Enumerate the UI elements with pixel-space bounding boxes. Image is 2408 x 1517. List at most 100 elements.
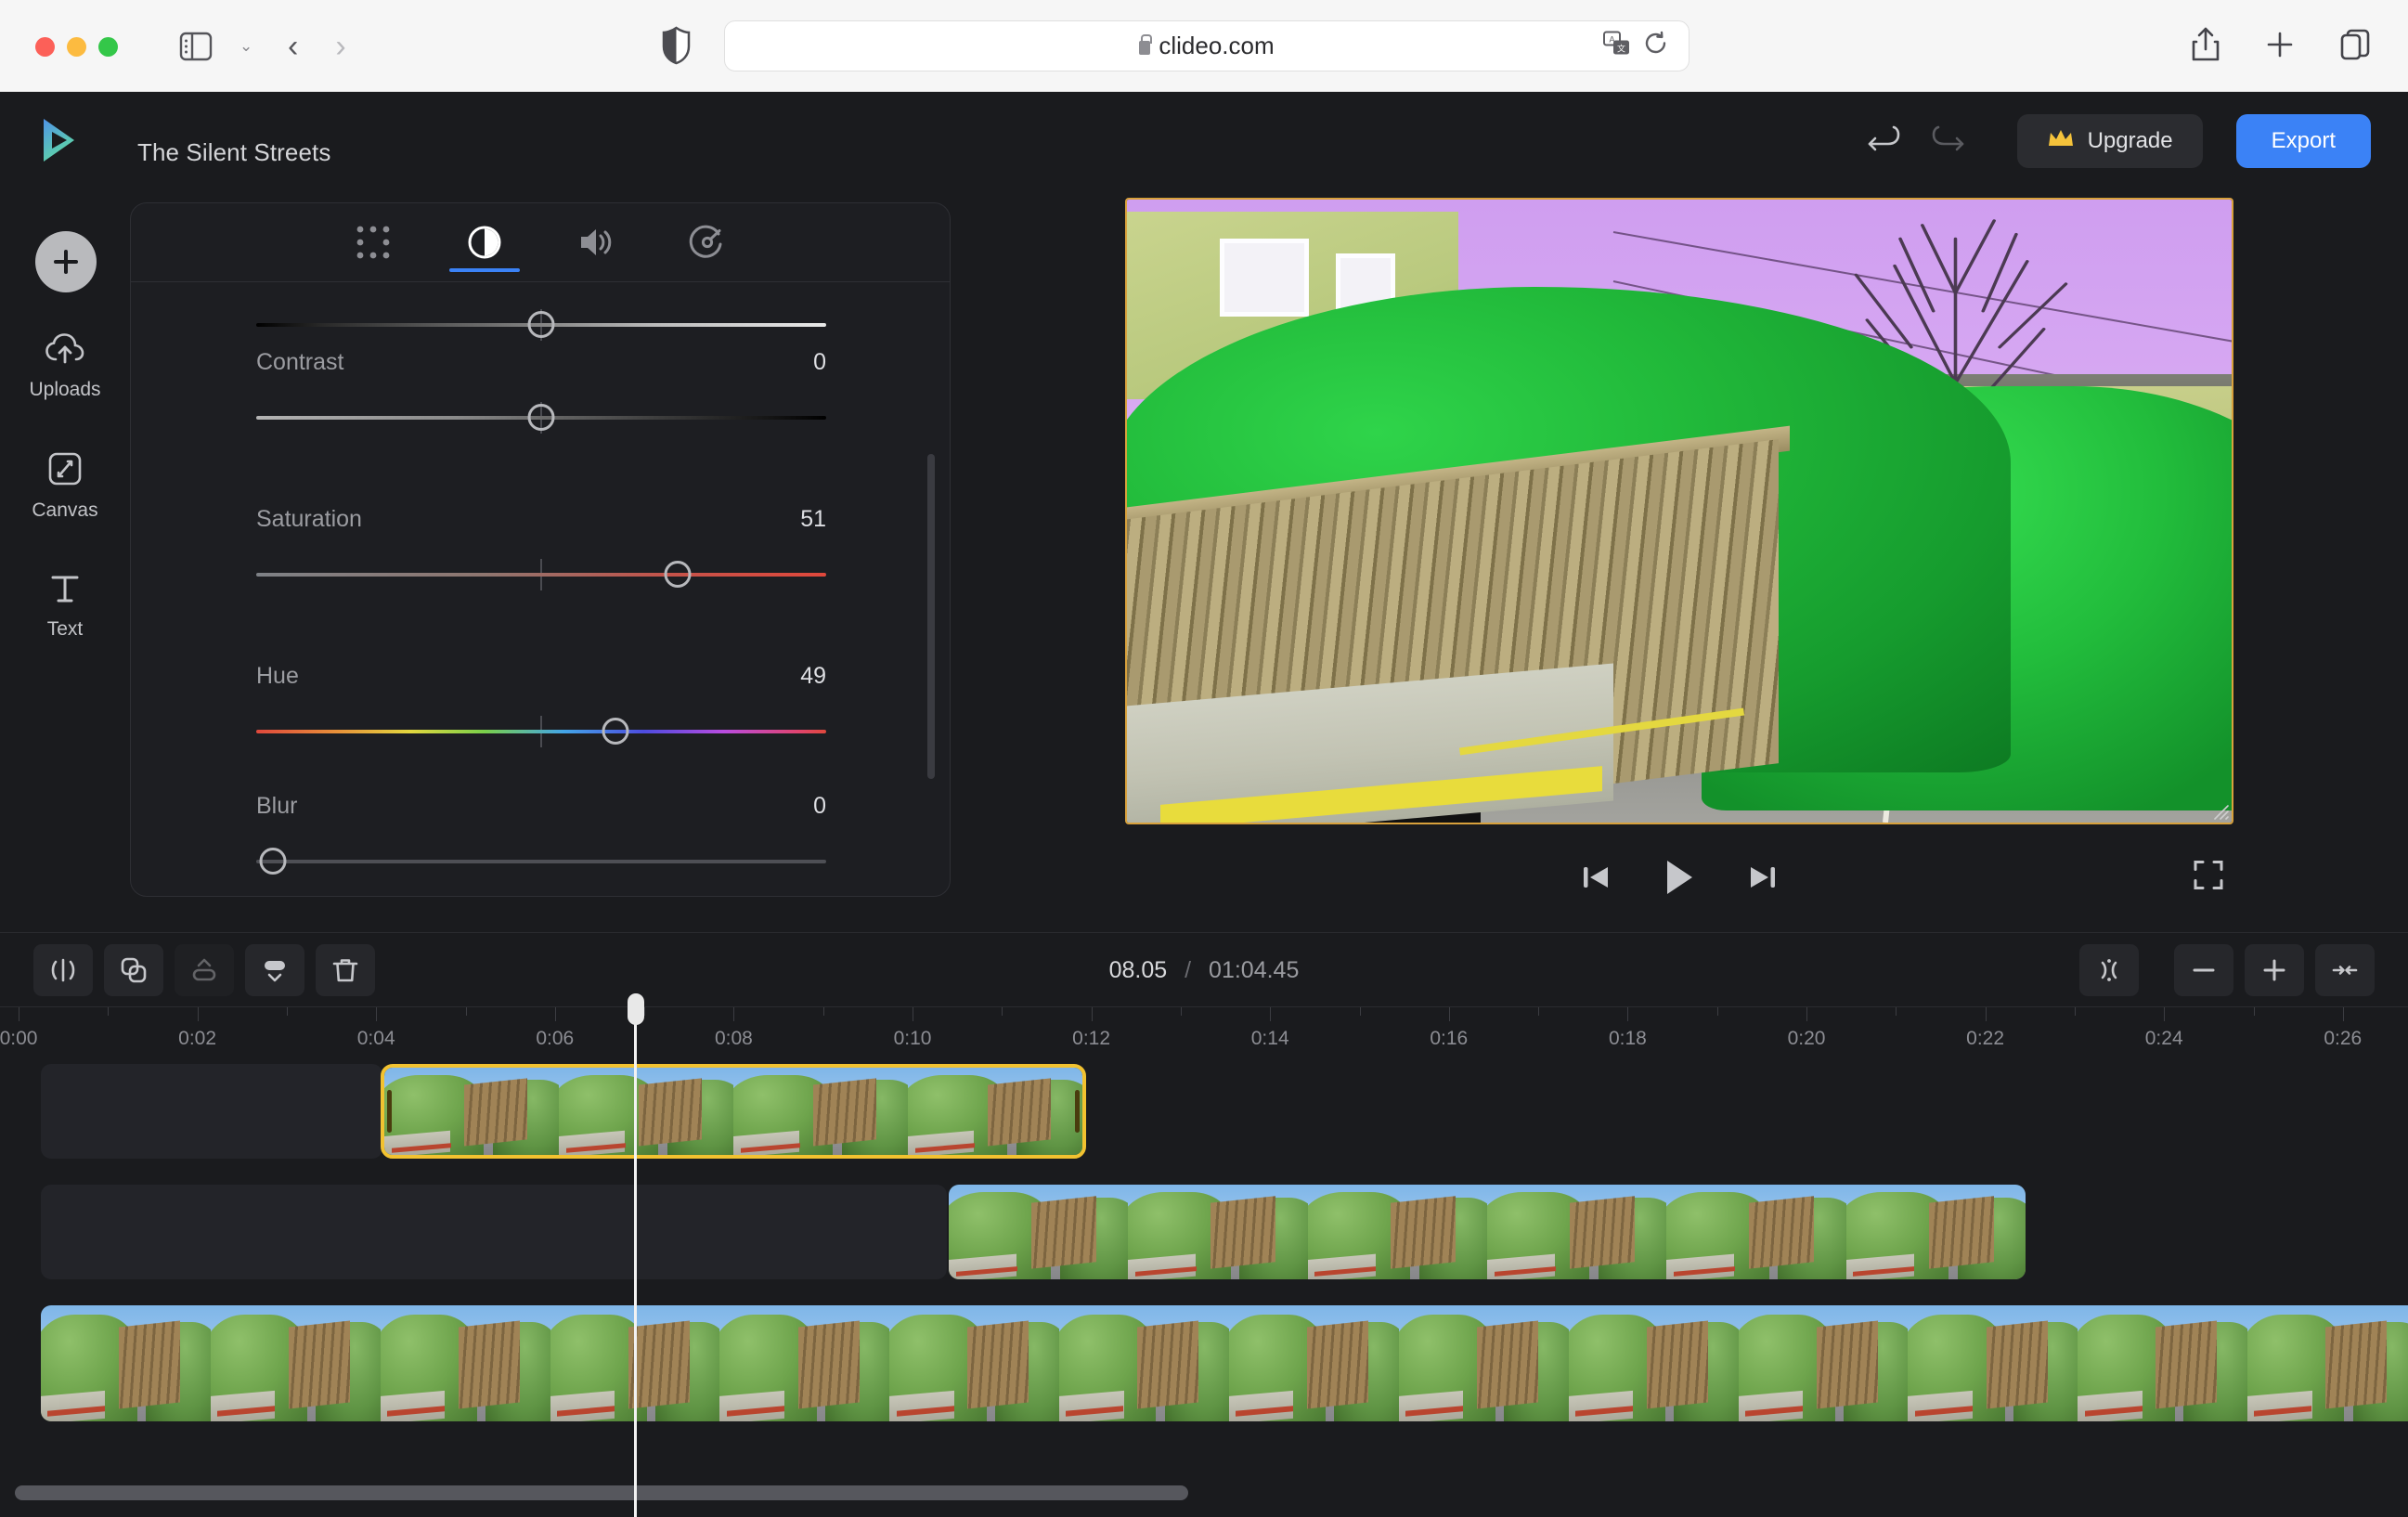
- maximize-window-button[interactable]: [98, 37, 118, 57]
- slider-header: Saturation 51: [256, 506, 826, 533]
- timeline-tracks: [0, 1064, 2408, 1472]
- ruler-tick-label: 0:26: [2324, 1028, 2363, 1049]
- timeline-clip-selected[interactable]: [381, 1064, 1086, 1159]
- timeline-horizontal-scrollbar[interactable]: [15, 1485, 1188, 1500]
- clip-thumbnail: [41, 1305, 211, 1421]
- empty-track-slot[interactable]: [41, 1064, 382, 1159]
- undo-icon[interactable]: [1863, 120, 1906, 162]
- timecode-separator: /: [1185, 957, 1192, 983]
- ruler-tick-major: [376, 1007, 378, 1021]
- skip-next-icon[interactable]: [1746, 861, 1780, 894]
- clip-trim-handle[interactable]: [1075, 1090, 1080, 1133]
- skip-previous-icon[interactable]: [1579, 861, 1612, 894]
- forward-arrow-icon[interactable]: ›: [335, 28, 345, 65]
- ruler-tick-label: 0:08: [714, 1028, 753, 1049]
- slider-knob[interactable]: [527, 404, 555, 431]
- ruler-tick-minor: [108, 1007, 110, 1016]
- ruler-tick-label: 0:02: [178, 1028, 217, 1049]
- slider-track-wrap[interactable]: [256, 559, 826, 590]
- ruler-tick-label: 0:10: [893, 1028, 932, 1049]
- sliders-list: Brightness 0 Contrast 0 Sa: [131, 282, 950, 896]
- shield-icon[interactable]: [661, 26, 692, 70]
- address-bar[interactable]: clideo.com A 文: [724, 20, 1689, 71]
- timeline-ruler[interactable]: 0:00 0:02 0:04 0:06 0:08 0:10 0:12 0:14 0:16 0:18…: [0, 1006, 2408, 1064]
- page-title: The Silent Streets: [137, 138, 331, 166]
- panel-scrollbar[interactable]: [927, 454, 935, 779]
- empty-track-slot[interactable]: [41, 1185, 947, 1279]
- reload-icon[interactable]: [1644, 31, 1668, 61]
- playhead[interactable]: [627, 993, 644, 1517]
- slider-knob[interactable]: [602, 718, 629, 745]
- slider-contrast: Contrast 0: [256, 349, 826, 434]
- timeline-clip[interactable]: [41, 1305, 2408, 1421]
- sidebar-chevron-down-icon[interactable]: ⌄: [240, 37, 252, 56]
- sidebar-item-canvas[interactable]: Canvas: [0, 452, 130, 522]
- clip-thumbnail: [2078, 1305, 2248, 1421]
- tab-speed[interactable]: [679, 214, 736, 271]
- add-media-button[interactable]: [35, 231, 97, 292]
- fit-to-frame-button[interactable]: [2079, 944, 2139, 996]
- close-window-button[interactable]: [35, 37, 55, 57]
- ruler-tick-minor: [2074, 1007, 2076, 1016]
- slider-knob[interactable]: [527, 311, 555, 338]
- slider-track-wrap[interactable]: [256, 402, 826, 434]
- ruler-tick-label: 0:00: [0, 1028, 38, 1049]
- slider-header: Brightness 0: [256, 282, 826, 283]
- tab-overview-icon[interactable]: [2339, 28, 2371, 66]
- tab-volume[interactable]: [567, 214, 625, 271]
- clip-trim-handle[interactable]: [387, 1090, 392, 1133]
- clip-thumbnail: [1738, 1305, 1909, 1421]
- redo-icon[interactable]: [1926, 120, 1969, 162]
- active-tab-indicator: [449, 268, 520, 272]
- ruler-tick-label: 0:06: [536, 1028, 575, 1049]
- clip-thumbnail: [1128, 1185, 1308, 1279]
- zoom-to-fit-button[interactable]: [2315, 944, 2375, 996]
- total-duration: 01:04.45: [1209, 957, 1300, 983]
- play-icon[interactable]: [1661, 858, 1698, 897]
- current-time: 08.05: [1108, 957, 1168, 983]
- slider-knob[interactable]: [664, 561, 692, 588]
- upgrade-button[interactable]: Upgrade: [2016, 114, 2203, 168]
- new-tab-plus-icon[interactable]: [2265, 30, 2295, 64]
- preview-resize-handle[interactable]: [2212, 803, 2229, 820]
- slider-label: Contrast: [256, 349, 344, 375]
- ruler-tick-label: 0:12: [1072, 1028, 1111, 1049]
- slider-label: Hue: [256, 663, 299, 689]
- minimize-window-button[interactable]: [67, 37, 86, 57]
- zoom-out-button[interactable]: [2174, 944, 2233, 996]
- ruler-tick-minor: [1002, 1007, 1003, 1016]
- share-icon[interactable]: [2191, 26, 2220, 68]
- url-text: clideo.com: [1159, 32, 1275, 59]
- tab-crop[interactable]: [344, 214, 402, 271]
- slider-track-wrap[interactable]: [256, 846, 826, 877]
- ruler-tick-minor: [822, 1007, 824, 1016]
- slider-track-wrap[interactable]: [256, 716, 826, 747]
- ruler-tick-major: [554, 1007, 556, 1021]
- track-3: [0, 1305, 2408, 1421]
- slider-track: [256, 860, 826, 863]
- ruler-tick-minor: [286, 1007, 288, 1016]
- ruler-tick-major: [1270, 1007, 1272, 1021]
- video-preview[interactable]: [1125, 198, 2233, 824]
- tab-adjust[interactable]: [449, 214, 520, 272]
- sidebar-item-text[interactable]: Text: [0, 573, 130, 641]
- export-button[interactable]: Export: [2235, 114, 2371, 168]
- clip-thumbnail: [908, 1068, 1082, 1155]
- slider-track-wrap[interactable]: [256, 309, 826, 341]
- playhead-handle[interactable]: [627, 993, 644, 1025]
- back-arrow-icon[interactable]: ‹: [288, 28, 298, 65]
- ruler-tick-label: 0:18: [1608, 1028, 1647, 1049]
- slider-knob[interactable]: [259, 848, 287, 875]
- browser-chrome: ⌄ ‹ › clideo.com A 文: [0, 0, 2408, 92]
- fullscreen-icon[interactable]: [2193, 860, 2224, 896]
- clip-thumbnail: [210, 1305, 381, 1421]
- translate-icon[interactable]: A 文: [1603, 31, 1631, 61]
- timeline-clip[interactable]: [949, 1185, 2026, 1279]
- adjustments-panel: Brightness 0 Contrast 0 Sa: [130, 202, 951, 897]
- clideo-play-logo[interactable]: [39, 116, 87, 164]
- zoom-in-button[interactable]: [2245, 944, 2304, 996]
- sidebar-item-uploads[interactable]: Uploads: [0, 333, 130, 401]
- clip-thumbnail: [1229, 1305, 1399, 1421]
- sidebar-toggle-icon[interactable]: [178, 31, 214, 62]
- clip-thumbnail: [1908, 1305, 2078, 1421]
